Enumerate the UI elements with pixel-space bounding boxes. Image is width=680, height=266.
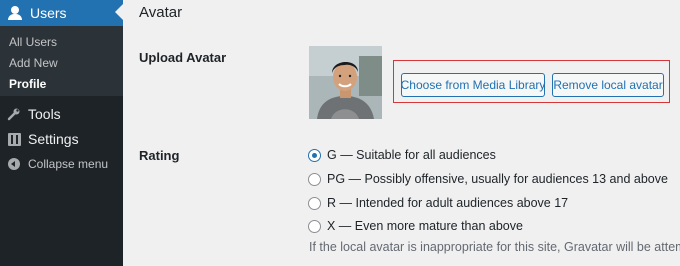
rating-option-r[interactable]: R — Intended for adult audiences above 1… (308, 196, 568, 210)
avatar-image (309, 46, 382, 119)
rating-option-x-label: X — Even more mature than above (327, 219, 523, 233)
rating-description: If the local avatar is inappropriate for… (309, 240, 680, 254)
rating-radio-r[interactable] (308, 196, 321, 210)
menu-settings-label: Settings (28, 131, 79, 147)
section-title: Avatar (139, 4, 183, 21)
rating-radio-g[interactable] (308, 148, 321, 162)
rating-label: Rating (139, 148, 180, 163)
users-icon (8, 6, 22, 20)
collapse-menu-button[interactable]: Collapse menu (0, 152, 123, 176)
collapse-icon (7, 157, 21, 171)
current-menu-arrow (115, 4, 123, 20)
settings-icon (7, 132, 21, 146)
admin-sidebar: Users All Users Add New Profile Tools Se… (0, 0, 123, 266)
rating-option-x[interactable]: X — Even more mature than above (308, 219, 523, 233)
wrench-icon (7, 107, 21, 121)
users-submenu: All Users Add New Profile (0, 26, 123, 96)
rating-radio-x[interactable] (308, 219, 321, 233)
remove-local-avatar-button[interactable]: Remove local avatar (552, 73, 664, 97)
menu-tools-label: Tools (28, 106, 61, 122)
submenu-all-users[interactable]: All Users (9, 35, 57, 49)
choose-from-media-library-button[interactable]: Choose from Media Library (401, 73, 545, 97)
rating-option-pg[interactable]: PG — Possibly offensive, usually for aud… (308, 172, 668, 186)
rating-option-g-label: G — Suitable for all audiences (327, 148, 496, 162)
menu-settings[interactable]: Settings (0, 127, 123, 151)
main-content: Avatar Upload Avatar Choose from Media L… (123, 0, 680, 266)
menu-users-label: Users (30, 5, 67, 21)
rating-radio-pg[interactable] (308, 172, 321, 186)
avatar-buttons-highlight: Choose from Media Library Remove local a… (393, 60, 670, 103)
menu-users[interactable]: Users (0, 0, 123, 26)
submenu-profile[interactable]: Profile (9, 77, 46, 91)
rating-option-r-label: R — Intended for adult audiences above 1… (327, 196, 569, 210)
rating-option-g[interactable]: G — Suitable for all audiences (308, 148, 496, 162)
submenu-add-new[interactable]: Add New (9, 56, 58, 70)
collapse-menu-label: Collapse menu (28, 157, 109, 171)
upload-avatar-label: Upload Avatar (139, 50, 227, 65)
menu-tools[interactable]: Tools (0, 102, 123, 126)
rating-option-pg-label: PG — Possibly offensive, usually for aud… (327, 172, 668, 186)
